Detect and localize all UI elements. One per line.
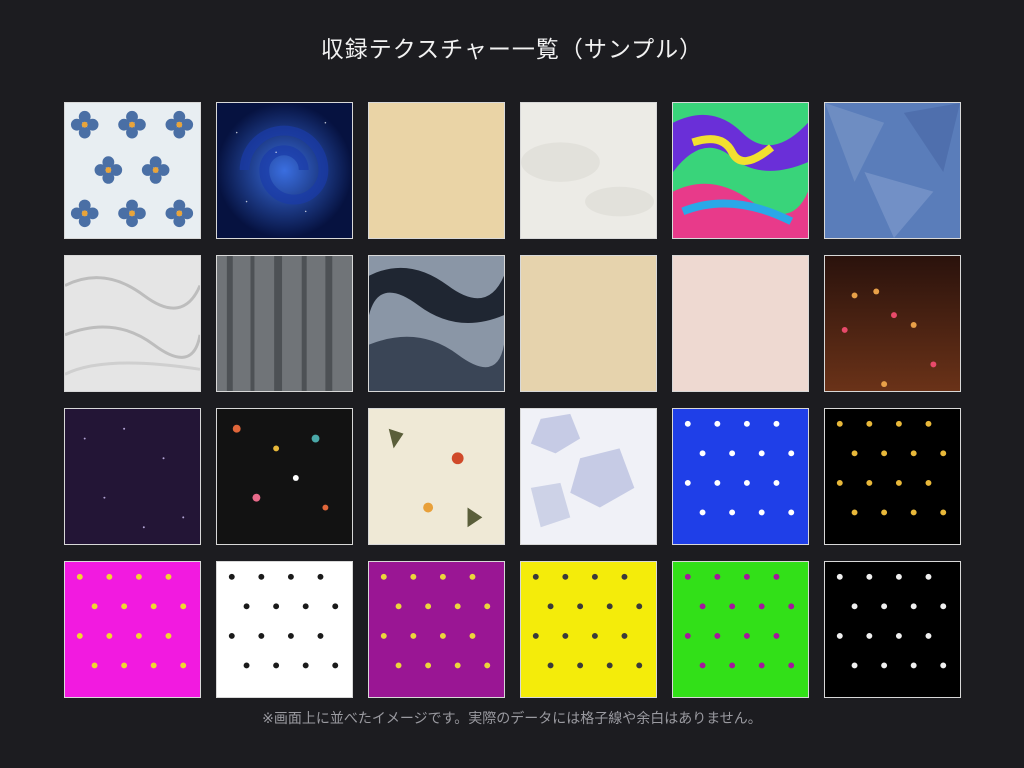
texture-tile-blue-skulls[interactable] xyxy=(672,408,809,545)
texture-tile-navy-marble[interactable] xyxy=(368,255,505,392)
texture-tile-rainbow-marble[interactable] xyxy=(672,102,809,239)
texture-tile-cream-paper[interactable] xyxy=(520,255,657,392)
texture-tile-black-flowers[interactable] xyxy=(824,561,961,698)
texture-tile-green-bows[interactable] xyxy=(672,561,809,698)
texture-tile-blue-glass[interactable] xyxy=(824,102,961,239)
texture-tile-white-paper[interactable] xyxy=(520,102,657,239)
texture-tile-purple-bees[interactable] xyxy=(368,561,505,698)
texture-tile-cream-terrazzo[interactable] xyxy=(368,408,505,545)
texture-tile-blue-flowers[interactable] xyxy=(64,102,201,239)
texture-tile-black-bees[interactable] xyxy=(824,408,961,545)
texture-tile-black-terrazzo[interactable] xyxy=(216,408,353,545)
texture-tile-white-sparkles[interactable] xyxy=(216,561,353,698)
texture-tile-yellow-icons[interactable] xyxy=(520,561,657,698)
texture-tile-gray-streaks[interactable] xyxy=(216,255,353,392)
texture-tile-white-marble[interactable] xyxy=(64,255,201,392)
page-title: 収録テクスチャー一覧（サンプル） xyxy=(320,37,704,63)
texture-tile-lavender-hexagons[interactable] xyxy=(520,408,657,545)
texture-tile-magenta-smileys[interactable] xyxy=(64,561,201,698)
texture-tile-blue-swirl[interactable] xyxy=(216,102,353,239)
texture-tile-beige-paper[interactable] xyxy=(368,102,505,239)
texture-tile-brown-hearts[interactable] xyxy=(824,255,961,392)
texture-grid xyxy=(64,102,961,698)
footnote: ※画面上に並べたイメージです。実際のデータには格子線や余白はありません。 xyxy=(262,711,762,727)
texture-tile-purple-starry[interactable] xyxy=(64,408,201,545)
texture-tile-pink-paper[interactable] xyxy=(672,255,809,392)
